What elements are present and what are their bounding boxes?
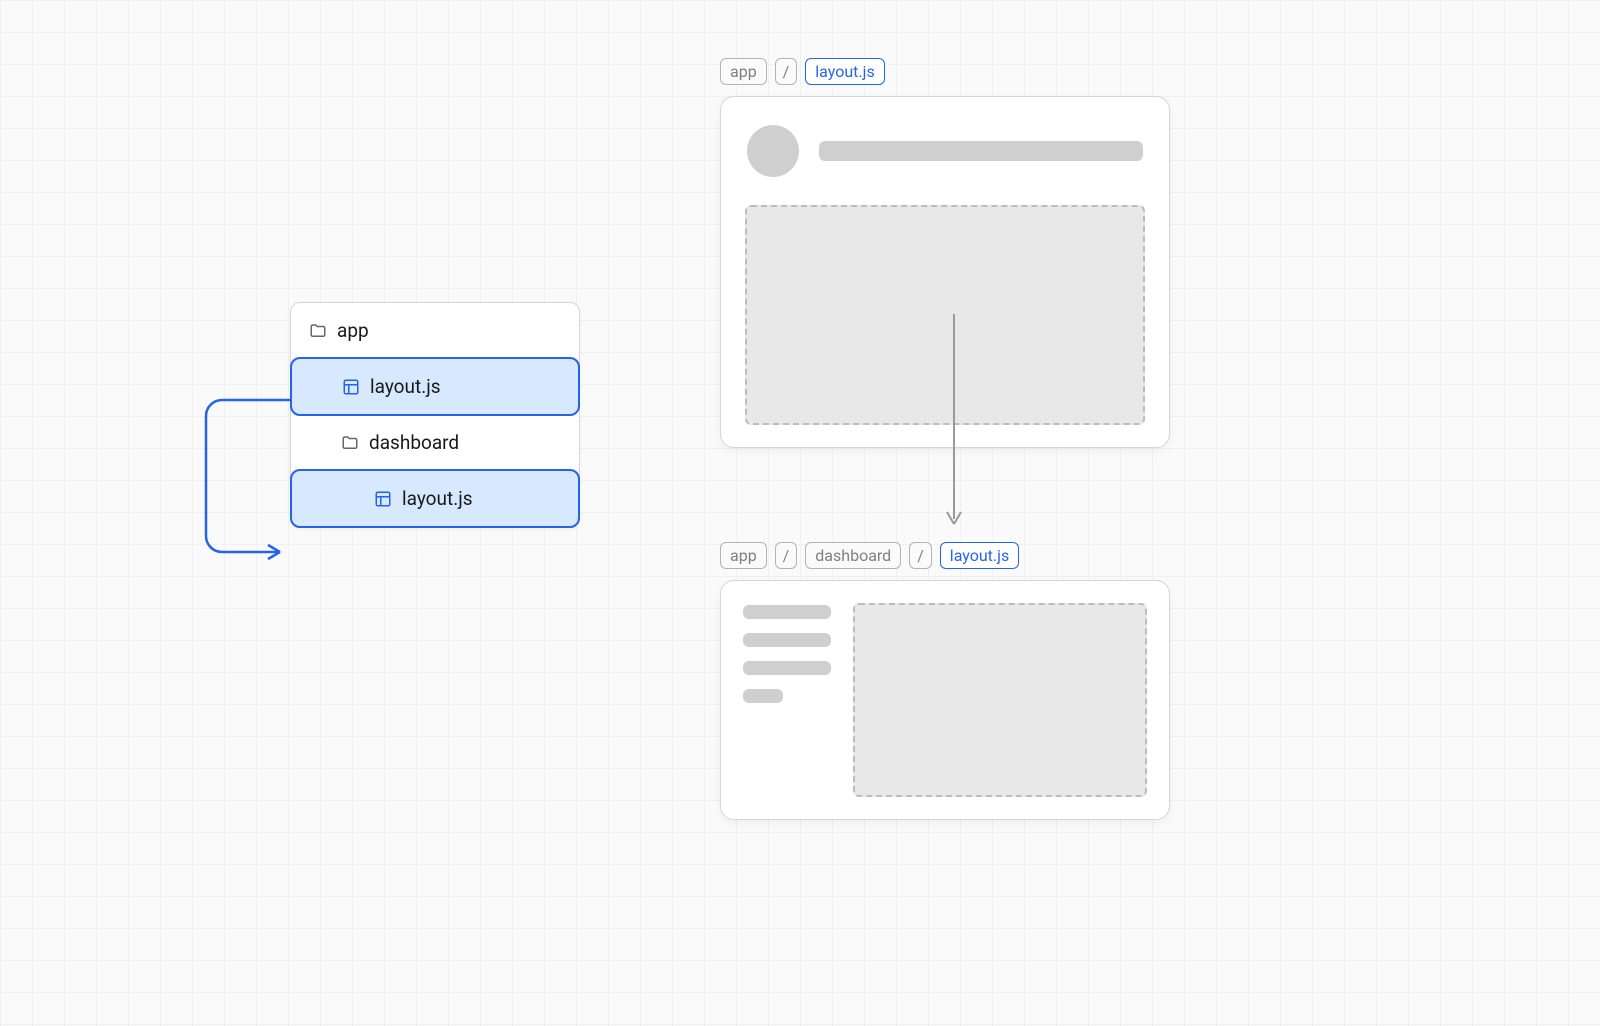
tree-label: layout.js (402, 487, 473, 510)
connector-arrow-icon (202, 396, 302, 566)
crumb-segment-dashboard: dashboard (805, 542, 901, 569)
nav-placeholder (743, 605, 831, 619)
crumb-file-layout: layout.js (940, 542, 1019, 569)
folder-icon (309, 322, 327, 340)
wireframe-header (745, 121, 1145, 181)
breadcrumb-top: app / layout.js (720, 58, 885, 85)
tree-label: dashboard (369, 431, 459, 454)
nav-placeholder (743, 633, 831, 647)
crumb-file-layout: layout.js (805, 58, 884, 85)
children-slot (853, 603, 1147, 797)
wireframe-root-layout (720, 96, 1170, 448)
nav-placeholder (743, 661, 831, 675)
crumb-separator: / (909, 542, 932, 569)
folder-icon (341, 434, 359, 452)
wireframe-sidebar (743, 603, 831, 797)
tree-folder-dashboard[interactable]: dashboard (291, 415, 579, 470)
tree-label: app (337, 319, 369, 342)
tree-folder-app[interactable]: app (291, 303, 579, 358)
wireframe-dashboard-layout (720, 580, 1170, 820)
file-tree: app layout.js dashboard layout.js (290, 302, 580, 528)
avatar-placeholder (747, 125, 799, 177)
children-slot (745, 205, 1145, 425)
crumb-separator: / (775, 58, 798, 85)
tree-file-dashboard-layout[interactable]: layout.js (290, 469, 580, 528)
crumb-separator: / (775, 542, 798, 569)
crumb-segment-app: app (720, 542, 767, 569)
layout-icon (342, 378, 360, 396)
nav-placeholder (743, 689, 783, 703)
tree-label: layout.js (370, 375, 441, 398)
title-placeholder (819, 141, 1143, 161)
tree-file-root-layout[interactable]: layout.js (290, 357, 580, 416)
crumb-segment-app: app (720, 58, 767, 85)
layout-icon (374, 490, 392, 508)
breadcrumb-bottom: app / dashboard / layout.js (720, 542, 1019, 569)
